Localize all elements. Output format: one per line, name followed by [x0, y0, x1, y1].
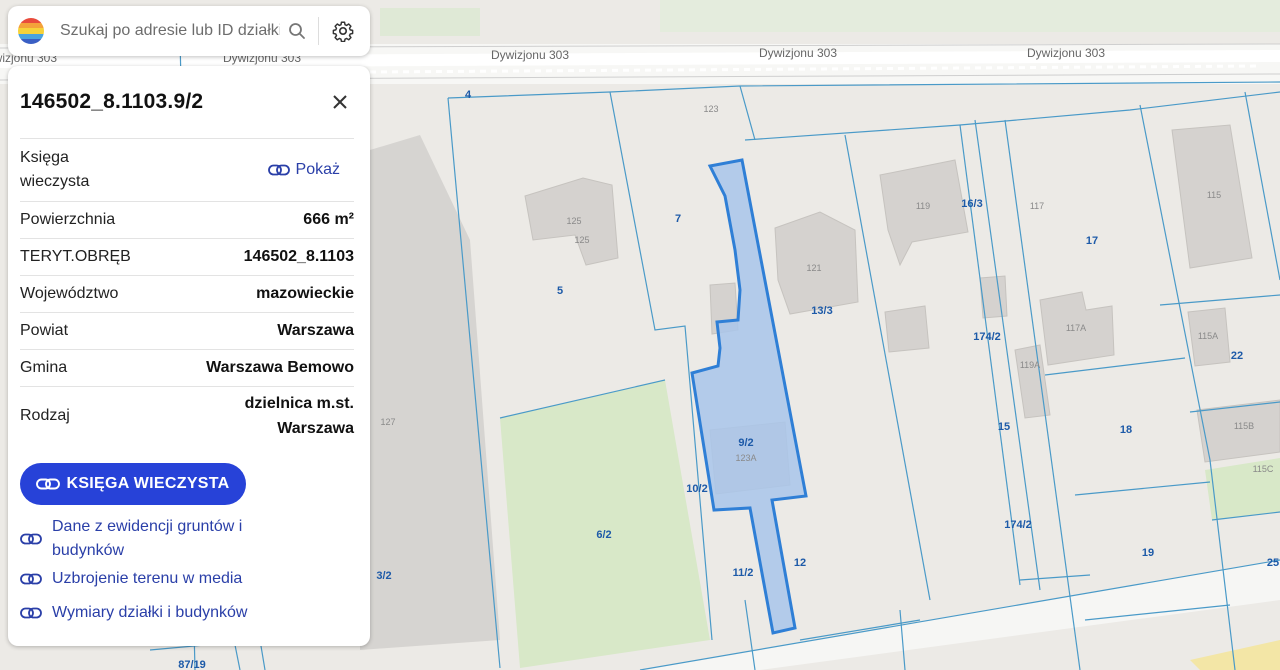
svg-text:7: 7	[675, 213, 681, 225]
link-icon	[20, 573, 42, 585]
link-icon	[36, 478, 61, 490]
utilities-link[interactable]: Uzbrojenie terenu w media	[20, 567, 354, 591]
svg-text:17: 17	[1086, 235, 1098, 247]
svg-text:16/3: 16/3	[961, 198, 982, 210]
search-input[interactable]	[58, 21, 282, 41]
row-rodzaj: Rodzaj dzielnica m.st. Warszawa	[20, 387, 354, 445]
dimensions-link[interactable]: Wymiary działki i budynków	[20, 601, 354, 625]
street-label: Dywizjonu 303	[759, 46, 837, 60]
row-powierzchnia: Powierzchnia 666 m²	[20, 202, 354, 239]
row-wojewodztwo: Województwo mazowieckie	[20, 276, 354, 313]
svg-text:12: 12	[794, 557, 806, 569]
svg-text:10/2: 10/2	[686, 483, 707, 495]
panel-header: 146502_8.1103.9/2	[20, 66, 354, 139]
street-label: Dywizjonu 303	[491, 48, 569, 62]
svg-text:87/19: 87/19	[178, 659, 206, 670]
row-label: Gmina	[20, 359, 68, 376]
svg-text:6/2: 6/2	[596, 529, 611, 541]
svg-text:115A: 115A	[1198, 331, 1218, 341]
svg-text:115C: 115C	[1253, 464, 1274, 474]
svg-text:117: 117	[1030, 201, 1044, 211]
land-records-link[interactable]: Dane z ewidencji gruntów i budynków	[20, 515, 354, 563]
svg-text:174/2: 174/2	[1004, 519, 1032, 531]
svg-text:22: 22	[1231, 350, 1243, 362]
link-icon	[20, 607, 42, 619]
svg-text:19: 19	[1142, 547, 1154, 559]
row-label: Księga wieczysta	[20, 149, 90, 190]
svg-text:125: 125	[574, 235, 589, 245]
search-icon[interactable]	[286, 20, 308, 42]
show-link-label[interactable]: Pokaż	[296, 161, 340, 179]
close-icon[interactable]	[326, 88, 354, 116]
svg-text:119: 119	[916, 201, 930, 211]
app-logo-icon[interactable]	[18, 18, 44, 44]
green-area	[660, 0, 1280, 32]
gear-icon[interactable]	[331, 19, 355, 43]
row-label: Powierzchnia	[20, 211, 116, 228]
svg-text:127: 127	[380, 417, 395, 427]
search-bar	[8, 6, 370, 56]
row-value: 666 m²	[303, 211, 354, 228]
svg-text:125: 125	[566, 216, 581, 226]
row-ksiega-wieczysta: Księga wieczysta Pokaż	[20, 139, 354, 202]
svg-text:123: 123	[703, 104, 718, 114]
link-label[interactable]: Uzbrojenie terenu w media	[52, 567, 242, 591]
row-label: Rodzaj	[20, 407, 70, 424]
row-label: Powiat	[20, 322, 69, 339]
row-label: Województwo	[20, 285, 119, 302]
street-label: Dywizjonu 303	[1027, 46, 1105, 60]
svg-text:119A: 119A	[1020, 360, 1040, 370]
external-links: Dane z ewidencji gruntów i budynków Uzbr…	[20, 515, 354, 625]
row-value: Warszawa	[277, 322, 354, 339]
row-teryt-obreb: TERYT.OBRĘB 146502_8.1103	[20, 239, 354, 276]
land-register-button[interactable]: KSIĘGA WIECZYSTA	[20, 463, 246, 505]
svg-text:115: 115	[1207, 190, 1221, 200]
svg-text:123A: 123A	[735, 453, 756, 463]
svg-text:11/2: 11/2	[733, 567, 754, 579]
plot-id-title: 146502_8.1103.9/2	[20, 90, 204, 113]
row-value: dzielnica m.st. Warszawa	[244, 395, 354, 437]
green-area	[380, 8, 480, 36]
link-icon	[267, 164, 290, 176]
link-label[interactable]: Dane z ewidencji gruntów i budynków	[52, 515, 292, 563]
svg-text:115B: 115B	[1234, 421, 1254, 431]
svg-text:3/2: 3/2	[376, 570, 391, 582]
svg-text:18: 18	[1120, 424, 1132, 436]
svg-text:121: 121	[806, 263, 821, 273]
row-value: 146502_8.1103	[243, 248, 354, 265]
svg-text:174/2: 174/2	[973, 331, 1001, 343]
divider	[318, 17, 319, 45]
svg-text:9/2: 9/2	[738, 437, 753, 449]
svg-text:117A: 117A	[1066, 323, 1086, 333]
row-value: Warszawa Bemowo	[206, 359, 354, 376]
link-label[interactable]: Wymiary działki i budynków	[52, 601, 247, 625]
land-register-button-label[interactable]: KSIĘGA WIECZYSTA	[66, 475, 229, 493]
svg-text:15: 15	[998, 421, 1010, 433]
row-label: TERYT.OBRĘB	[20, 248, 131, 265]
show-land-register-link[interactable]: Pokaż	[267, 161, 340, 179]
row-gmina: Gmina Warszawa Bemowo	[20, 350, 354, 387]
svg-text:4: 4	[465, 89, 472, 101]
row-powiat: Powiat Warszawa	[20, 313, 354, 350]
svg-text:13/3: 13/3	[811, 305, 832, 317]
svg-text:5: 5	[557, 285, 563, 297]
svg-text:25: 25	[1267, 557, 1279, 569]
link-icon	[20, 533, 42, 545]
row-value: mazowieckie	[256, 285, 354, 302]
plot-info-panel: 146502_8.1103.9/2 Księga wieczysta Pokaż…	[8, 66, 370, 646]
